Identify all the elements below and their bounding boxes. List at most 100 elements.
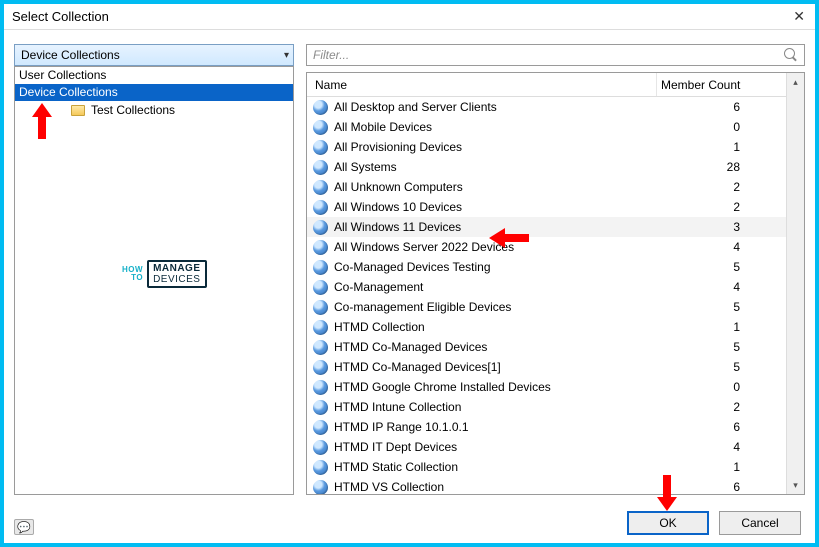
row-member-count: 4 <box>656 440 786 454</box>
collection-icon <box>313 400 328 415</box>
collection-icon <box>313 160 328 175</box>
table-row[interactable]: HTMD IP Range 10.1.0.16 <box>307 417 786 437</box>
table-row[interactable]: All Mobile Devices0 <box>307 117 786 137</box>
row-member-count: 2 <box>656 180 786 194</box>
row-name: HTMD Co-Managed Devices <box>334 340 656 354</box>
row-name: HTMD IP Range 10.1.0.1 <box>334 420 656 434</box>
row-member-count: 5 <box>656 340 786 354</box>
window-title: Select Collection <box>12 9 109 24</box>
watermark-brand: MANAGE DEVICES <box>147 260 206 288</box>
table-row[interactable]: All Desktop and Server Clients6 <box>307 97 786 117</box>
row-member-count: 6 <box>656 480 786 494</box>
collection-icon <box>313 460 328 475</box>
table-row[interactable]: All Windows 10 Devices2 <box>307 197 786 217</box>
tree-item-user-collections[interactable]: User Collections <box>15 67 293 84</box>
table-row[interactable]: All Windows Server 2022 Devices4 <box>307 237 786 257</box>
right-panel: Filter... Name Member Count All Desktop … <box>306 44 805 495</box>
dialog-window: Select Collection ✕ Device Collections ▾… <box>0 0 819 547</box>
table-row[interactable]: Co-Management4 <box>307 277 786 297</box>
tree-item-label: Test Collections <box>91 101 175 119</box>
row-member-count: 4 <box>656 280 786 294</box>
collections-grid: Name Member Count All Desktop and Server… <box>306 72 805 495</box>
collection-icon <box>313 260 328 275</box>
table-row[interactable]: All Systems28 <box>307 157 786 177</box>
table-row[interactable]: HTMD Co-Managed Devices5 <box>307 337 786 357</box>
cancel-button[interactable]: Cancel <box>719 511 801 535</box>
row-member-count: 2 <box>656 200 786 214</box>
row-member-count: 2 <box>656 400 786 414</box>
collection-icon <box>313 200 328 215</box>
row-member-count: 5 <box>656 300 786 314</box>
row-name: Co-Management <box>334 280 656 294</box>
collection-icon <box>313 340 328 355</box>
collection-icon <box>313 220 328 235</box>
table-row[interactable]: All Provisioning Devices1 <box>307 137 786 157</box>
grid-rows: All Desktop and Server Clients6All Mobil… <box>307 97 786 494</box>
row-name: All Mobile Devices <box>334 120 656 134</box>
row-name: HTMD Google Chrome Installed Devices <box>334 380 656 394</box>
table-row[interactable]: Co-management Eligible Devices5 <box>307 297 786 317</box>
row-member-count: 28 <box>656 160 786 174</box>
grid-header: Name Member Count <box>307 73 786 97</box>
row-name: All Windows 11 Devices <box>334 220 656 234</box>
row-member-count: 6 <box>656 420 786 434</box>
close-icon[interactable]: ✕ <box>793 8 807 25</box>
collection-icon <box>313 440 328 455</box>
row-name: All Desktop and Server Clients <box>334 100 656 114</box>
table-row[interactable]: HTMD VS Collection6 <box>307 477 786 494</box>
filter-placeholder: Filter... <box>313 48 349 62</box>
table-row[interactable]: HTMD Intune Collection2 <box>307 397 786 417</box>
row-member-count: 5 <box>656 360 786 374</box>
vertical-scrollbar[interactable]: ▴ ▾ <box>786 73 804 494</box>
row-name: HTMD Co-Managed Devices[1] <box>334 360 656 374</box>
chevron-down-icon: ▾ <box>284 50 289 61</box>
filter-input[interactable]: Filter... <box>306 44 805 66</box>
ok-button[interactable]: OK <box>627 511 709 535</box>
row-name: All Provisioning Devices <box>334 140 656 154</box>
grid-body: Name Member Count All Desktop and Server… <box>307 73 786 494</box>
row-name: Co-management Eligible Devices <box>334 300 656 314</box>
row-name: HTMD IT Dept Devices <box>334 440 656 454</box>
collection-icon <box>313 140 328 155</box>
row-member-count: 5 <box>656 260 786 274</box>
dialog-footer: OK Cancel <box>627 511 801 535</box>
table-row[interactable]: HTMD Static Collection1 <box>307 457 786 477</box>
collection-icon <box>313 320 328 335</box>
scroll-up-icon[interactable]: ▴ <box>787 73 804 91</box>
collection-icon <box>313 280 328 295</box>
row-name: All Windows Server 2022 Devices <box>334 240 656 254</box>
watermark-logo: HOW TO MANAGE DEVICES <box>122 260 207 288</box>
titlebar: Select Collection ✕ <box>4 4 815 30</box>
tree-item-test-collections[interactable]: Test Collections <box>15 101 293 119</box>
table-row[interactable]: HTMD Google Chrome Installed Devices0 <box>307 377 786 397</box>
row-member-count: 0 <box>656 120 786 134</box>
row-member-count: 3 <box>656 220 786 234</box>
table-row[interactable]: Co-Managed Devices Testing5 <box>307 257 786 277</box>
watermark-prefix: HOW TO <box>122 266 143 282</box>
dropdown-value: Device Collections <box>21 48 120 62</box>
row-member-count: 4 <box>656 240 786 254</box>
tree-item-device-collections[interactable]: Device Collections <box>15 84 293 101</box>
row-name: HTMD Intune Collection <box>334 400 656 414</box>
collection-icon <box>313 480 328 495</box>
table-row[interactable]: HTMD Co-Managed Devices[1]5 <box>307 357 786 377</box>
column-header-name[interactable]: Name <box>307 78 656 92</box>
table-row[interactable]: HTMD IT Dept Devices4 <box>307 437 786 457</box>
table-row[interactable]: All Unknown Computers2 <box>307 177 786 197</box>
collection-icon <box>313 380 328 395</box>
row-member-count: 1 <box>656 140 786 154</box>
collection-type-dropdown[interactable]: Device Collections ▾ <box>14 44 294 66</box>
row-name: All Windows 10 Devices <box>334 200 656 214</box>
row-name: HTMD Collection <box>334 320 656 334</box>
table-row[interactable]: All Windows 11 Devices3 <box>307 217 786 237</box>
row-member-count: 6 <box>656 100 786 114</box>
row-name: HTMD VS Collection <box>334 480 656 494</box>
collection-icon <box>313 120 328 135</box>
collection-icon <box>313 180 328 195</box>
column-header-member-count[interactable]: Member Count <box>656 73 786 96</box>
scroll-down-icon[interactable]: ▾ <box>787 476 804 494</box>
row-member-count: 1 <box>656 320 786 334</box>
folder-icon <box>71 105 85 116</box>
table-row[interactable]: HTMD Collection1 <box>307 317 786 337</box>
collection-icon <box>313 420 328 435</box>
